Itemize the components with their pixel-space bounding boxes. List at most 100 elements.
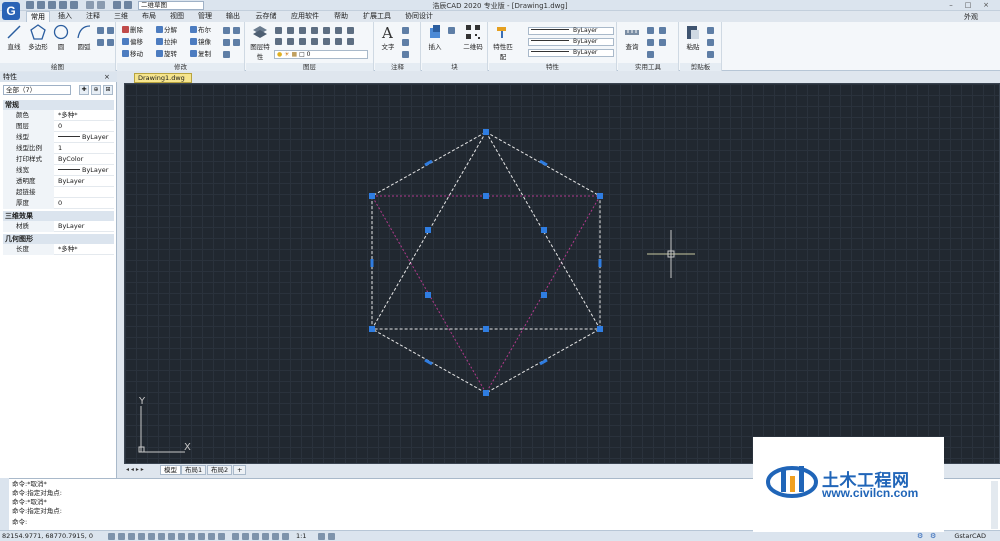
document-tab[interactable]: Drawing1.dwg bbox=[134, 73, 192, 83]
prop-row-linetype[interactable]: 线型 ByLayer bbox=[3, 132, 114, 143]
utility-tool-icon[interactable] bbox=[659, 39, 666, 46]
dimension-icon[interactable] bbox=[402, 27, 409, 34]
command-input[interactable]: 命令: bbox=[12, 518, 27, 527]
tab-help[interactable]: 帮助 bbox=[330, 11, 352, 22]
tab-manage[interactable]: 管理 bbox=[194, 11, 216, 22]
arc-button[interactable]: 圆弧 bbox=[74, 24, 94, 51]
explode-button[interactable]: 分解 bbox=[156, 26, 177, 35]
tab-layout[interactable]: 布局 bbox=[138, 11, 160, 22]
fillet-icon[interactable] bbox=[223, 39, 230, 46]
cut-icon[interactable] bbox=[707, 39, 714, 46]
boolean-button[interactable]: 布尔 bbox=[190, 26, 211, 35]
settings-gear-icon[interactable]: ⚙ bbox=[917, 532, 923, 540]
prop-row-linetype-scale[interactable]: 线型比例 1 bbox=[3, 143, 114, 154]
spline-icon[interactable] bbox=[97, 39, 104, 46]
workspace-select[interactable]: 二维草图 bbox=[138, 1, 204, 10]
ortho-toggle-icon[interactable] bbox=[128, 533, 135, 540]
offset-button[interactable]: 偏移 bbox=[122, 38, 143, 47]
move-button[interactable]: 移动 bbox=[122, 50, 143, 59]
prop-row-lineweight[interactable]: 线宽 ByLayer bbox=[3, 165, 114, 176]
ducs-toggle-icon[interactable] bbox=[168, 533, 175, 540]
section-3d-effects[interactable]: 三维效果 bbox=[3, 211, 114, 221]
tab-collaboration[interactable]: 协同设计 bbox=[402, 11, 436, 22]
close-button[interactable]: × bbox=[981, 1, 991, 10]
workspace-switch-icon[interactable]: ⚙ bbox=[930, 532, 936, 540]
tab-model[interactable]: 模型 bbox=[160, 465, 181, 475]
steering-wheel-icon[interactable] bbox=[272, 533, 279, 540]
lineweight-toggle-icon[interactable] bbox=[188, 533, 195, 540]
auto-scale-icon[interactable] bbox=[328, 533, 335, 540]
dropdown-arrow-icon[interactable] bbox=[124, 1, 132, 9]
midpoint-grips[interactable] bbox=[370, 159, 602, 366]
stretch-button[interactable]: 拉抻 bbox=[156, 38, 177, 47]
utility-tool-icon[interactable] bbox=[647, 51, 654, 58]
layer-tool-icon[interactable] bbox=[287, 27, 294, 34]
utility-tool-icon[interactable] bbox=[647, 27, 654, 34]
prop-row-plot-style[interactable]: 打印样式 ByColor bbox=[3, 154, 114, 165]
tab-3d[interactable]: 三维 bbox=[110, 11, 132, 22]
array-icon[interactable] bbox=[233, 39, 240, 46]
tab-insert[interactable]: 插入 bbox=[54, 11, 76, 22]
layer-tool-icon[interactable] bbox=[311, 38, 318, 45]
layer-select[interactable]: ● ☀ ■ □ 0 bbox=[274, 50, 368, 59]
match-icon[interactable] bbox=[113, 1, 121, 9]
text-button[interactable]: A 文字 bbox=[378, 24, 398, 51]
lineweight-select[interactable]: ByLayer bbox=[528, 49, 614, 57]
redo-icon[interactable] bbox=[97, 1, 105, 9]
tab-layout2[interactable]: 布局2 bbox=[207, 465, 233, 475]
leader-icon[interactable] bbox=[402, 39, 409, 46]
drawing-canvas[interactable]: Y X bbox=[124, 83, 1000, 464]
annotation-scale[interactable]: 1:1 bbox=[296, 532, 306, 540]
undo-icon[interactable] bbox=[86, 1, 94, 9]
tab-apps[interactable]: 应用软件 bbox=[288, 11, 322, 22]
qr-code-button[interactable]: 二维码 bbox=[460, 24, 486, 51]
selection-select[interactable]: 全部（7） bbox=[3, 85, 71, 95]
layer-tool-icon[interactable] bbox=[299, 27, 306, 34]
layer-tool-icon[interactable] bbox=[299, 38, 306, 45]
scale-icon[interactable] bbox=[223, 51, 230, 58]
table-icon[interactable] bbox=[402, 51, 409, 58]
rectangle-icon[interactable] bbox=[107, 27, 114, 34]
pan-icon[interactable] bbox=[252, 533, 259, 540]
prop-row-material[interactable]: 材质 ByLayer bbox=[3, 221, 114, 232]
layer-tool-icon[interactable] bbox=[287, 38, 294, 45]
add-layout-button[interactable]: + bbox=[233, 465, 247, 475]
line-button[interactable]: 直线 bbox=[4, 24, 24, 51]
command-window-grip[interactable] bbox=[0, 478, 9, 530]
rotate-button[interactable]: 旋转 bbox=[156, 50, 177, 59]
triangle-down-shape[interactable] bbox=[371, 195, 601, 394]
polygon-button[interactable]: 多边形 bbox=[26, 24, 50, 51]
trim-icon[interactable] bbox=[223, 27, 230, 34]
prop-row-hyperlink[interactable]: 超链接 bbox=[3, 187, 114, 198]
tab-annotate[interactable]: 注释 bbox=[82, 11, 104, 22]
select-objects-icon[interactable]: ⊕ bbox=[91, 85, 101, 95]
maximize-button[interactable]: □ bbox=[963, 1, 973, 10]
triangle-up-shape[interactable] bbox=[371, 131, 601, 330]
app-logo-icon[interactable]: G bbox=[2, 2, 20, 20]
command-scrollbar[interactable] bbox=[991, 481, 998, 529]
prop-row-thickness[interactable]: 厚度 0 bbox=[3, 198, 114, 209]
save-icon[interactable] bbox=[48, 1, 56, 9]
insert-block-button[interactable]: 插入 bbox=[425, 24, 445, 51]
layer-properties-button[interactable]: 图层特性 bbox=[249, 24, 271, 61]
polar-toggle-icon[interactable] bbox=[138, 533, 145, 540]
erase-button[interactable]: 删除 bbox=[122, 26, 143, 35]
inquiry-button[interactable]: 查询 bbox=[621, 24, 643, 51]
showmotion-icon[interactable] bbox=[282, 533, 289, 540]
layer-tool-icon[interactable] bbox=[275, 38, 282, 45]
tab-extensions[interactable]: 扩展工具 bbox=[360, 11, 394, 22]
copy-button[interactable]: 复制 bbox=[190, 50, 211, 59]
save-as-icon[interactable] bbox=[59, 1, 67, 9]
clip-tool-icon[interactable] bbox=[707, 51, 714, 58]
section-geometry[interactable]: 几何图形 bbox=[3, 234, 114, 244]
layer-tool-icon[interactable] bbox=[335, 27, 342, 34]
color-select[interactable]: ByLayer bbox=[528, 27, 614, 35]
prop-row-length[interactable]: 长度 *多种* bbox=[3, 244, 114, 255]
tab-output[interactable]: 输出 bbox=[222, 11, 244, 22]
quick-select-icon[interactable]: ✚ bbox=[79, 85, 89, 95]
prop-row-color[interactable]: 颜色 *多种* bbox=[3, 110, 114, 121]
tab-nav-arrows-icon[interactable]: ◂ ◂ ▸ ▸ bbox=[126, 466, 144, 473]
sc-toggle-icon[interactable] bbox=[218, 533, 225, 540]
paste-button[interactable]: 粘贴 bbox=[683, 24, 703, 51]
grip-points[interactable] bbox=[369, 129, 603, 396]
